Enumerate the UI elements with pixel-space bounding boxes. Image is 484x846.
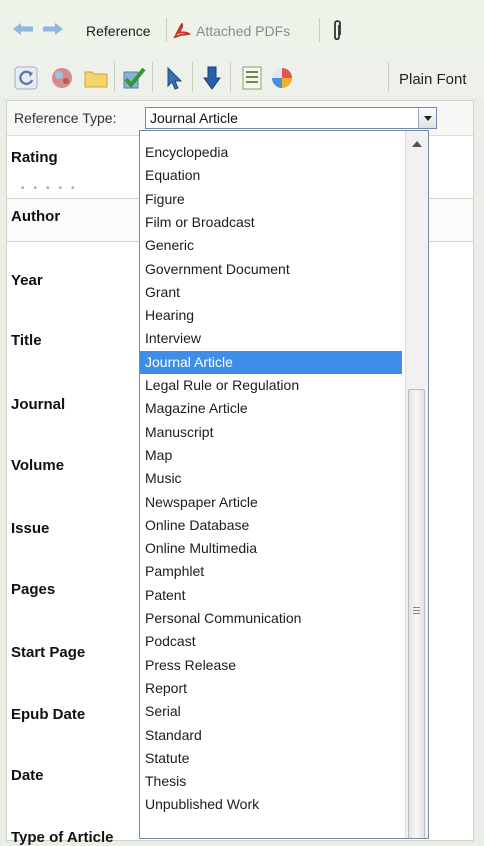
dropdown-option[interactable]: Figure xyxy=(140,188,402,211)
forward-arrow-icon[interactable] xyxy=(42,22,64,36)
field-label-date: Date xyxy=(11,767,44,784)
rating-stars[interactable]: ••••• xyxy=(21,183,84,194)
field-label-epub-date: Epub Date xyxy=(11,706,86,723)
reference-type-dropdown[interactable]: Encyclopedia Equation Figure Film or Broadc… xyxy=(139,130,429,839)
scroll-up-arrow-icon[interactable] xyxy=(412,141,422,147)
field-label-volume: Volume xyxy=(11,457,65,474)
field-label-journal: Journal xyxy=(11,396,66,413)
color-wheel-icon[interactable] xyxy=(268,64,296,92)
dropdown-option[interactable]: Government Document xyxy=(140,258,402,281)
tab-divider xyxy=(166,18,167,42)
dropdown-option[interactable]: Magazine Article xyxy=(140,397,402,420)
toolbar-divider xyxy=(230,62,231,92)
dropdown-option[interactable]: Hearing xyxy=(140,304,402,327)
chevron-down-icon[interactable] xyxy=(418,108,436,128)
dropdown-option[interactable]: Statute xyxy=(140,747,402,770)
dropdown-option[interactable]: Personal Communication xyxy=(140,607,402,630)
checkmark-icon[interactable] xyxy=(120,64,148,92)
tag-icon[interactable] xyxy=(198,64,226,92)
dropdown-option[interactable]: Podcast xyxy=(140,630,402,653)
field-label-title: Title xyxy=(11,332,42,349)
dropdown-option[interactable]: Interview xyxy=(140,327,402,350)
dropdown-option[interactable]: Encyclopedia xyxy=(140,141,402,164)
reference-type-value: Journal Article xyxy=(150,110,238,126)
refresh-icon[interactable] xyxy=(12,64,40,92)
field-label-pages: Pages xyxy=(11,581,56,598)
toolbar-divider xyxy=(114,62,115,92)
field-label-issue: Issue xyxy=(11,520,50,537)
dropdown-option[interactable]: Manuscript xyxy=(140,421,402,444)
field-label-type-of-article: Type of Article xyxy=(11,829,114,846)
dropdown-option[interactable]: Unpublished Work xyxy=(140,793,402,816)
dropdown-option[interactable]: Map xyxy=(140,444,402,467)
dropdown-option[interactable]: Online Multimedia xyxy=(140,537,402,560)
dropdown-option[interactable]: Standard xyxy=(140,724,402,747)
dropdown-scrollbar[interactable] xyxy=(405,131,428,838)
dropdown-option[interactable]: Newspaper Article xyxy=(140,491,402,514)
field-label-year: Year xyxy=(11,272,43,289)
dropdown-option[interactable]: Music xyxy=(140,467,402,490)
tab-reference[interactable]: Reference xyxy=(86,16,151,46)
tab-bar: Reference Attached PDFs xyxy=(0,0,484,60)
scrollbar-thumb[interactable] xyxy=(408,389,425,838)
tab-attached-pdfs[interactable]: Attached PDFs xyxy=(172,16,290,46)
dropdown-option[interactable]: Report xyxy=(140,677,402,700)
field-label-author: Author xyxy=(11,208,61,225)
dropdown-option[interactable]: Journal Article xyxy=(140,350,402,374)
pdf-icon xyxy=(173,22,192,39)
toolbar-divider xyxy=(152,62,153,92)
dropdown-option[interactable]: Equation xyxy=(140,164,402,187)
folder-icon[interactable] xyxy=(82,64,110,92)
back-arrow-icon[interactable] xyxy=(12,22,34,36)
dropdown-option[interactable]: Generic xyxy=(140,234,402,257)
font-selector[interactable]: Plain Font xyxy=(399,67,467,93)
toolbar-divider xyxy=(388,62,389,92)
cursor-icon[interactable] xyxy=(160,64,188,92)
reference-type-combobox[interactable]: Journal Article xyxy=(145,107,437,129)
reference-type-label: Reference Type: xyxy=(14,110,117,126)
dropdown-option[interactable]: Online Database xyxy=(140,514,402,537)
dropdown-option[interactable]: Thesis xyxy=(140,770,402,793)
list-icon[interactable] xyxy=(238,64,266,92)
tab-divider xyxy=(319,18,320,42)
field-label-rating: Rating xyxy=(11,149,58,166)
toolbar: Plain Font xyxy=(0,58,484,98)
dropdown-option[interactable]: Serial xyxy=(140,700,402,723)
field-label-start-page: Start Page xyxy=(11,644,86,661)
globe-icon[interactable] xyxy=(48,64,76,92)
tab-reference-label: Reference xyxy=(86,23,151,39)
dropdown-option[interactable]: Grant xyxy=(140,281,402,304)
dropdown-option[interactable]: Pamphlet xyxy=(140,560,402,583)
tab-attached-pdfs-label: Attached PDFs xyxy=(196,23,291,39)
dropdown-option[interactable]: Press Release xyxy=(140,654,402,677)
dropdown-option[interactable]: Film or Broadcast xyxy=(140,211,402,234)
dropdown-option[interactable]: Legal Rule or Regulation xyxy=(140,374,402,397)
dropdown-option[interactable]: Patent xyxy=(140,584,402,607)
toolbar-divider xyxy=(192,62,193,92)
paperclip-icon[interactable] xyxy=(330,19,344,43)
